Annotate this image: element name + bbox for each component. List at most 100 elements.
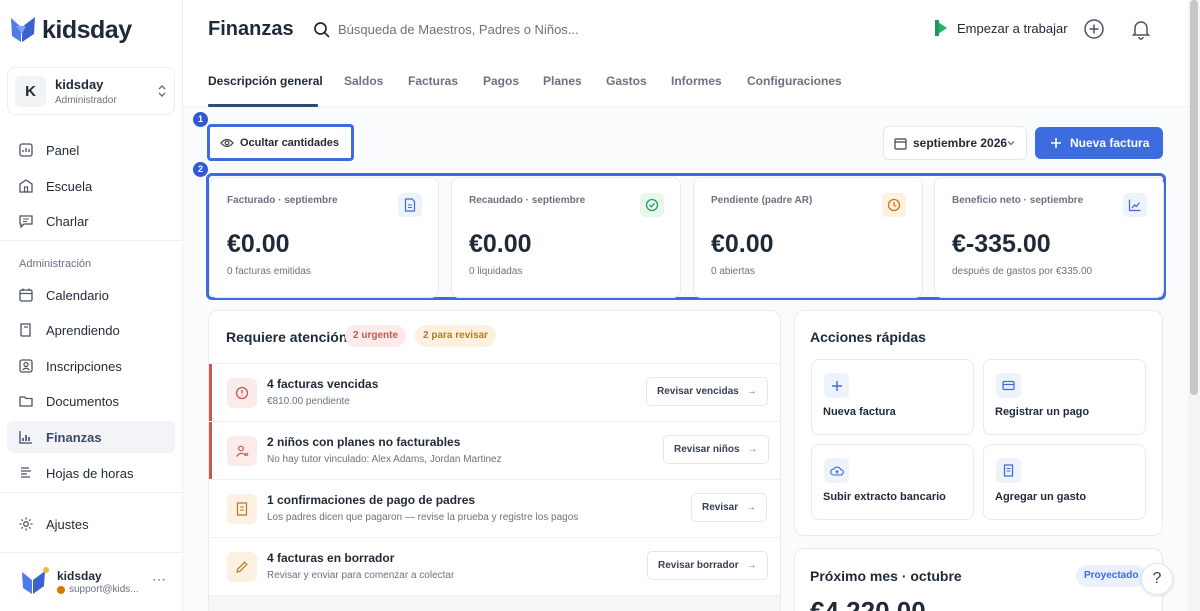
org-switcher[interactable]: K kidsday Administrador [7,67,175,115]
arrow-right-icon: → [746,560,757,571]
book-icon [18,322,34,338]
sidebar-item-label: Calendario [46,287,109,303]
tab-saldos[interactable]: Saldos [344,74,383,88]
quick-action-register-payment[interactable]: Registrar un pago [983,359,1146,435]
review-badge: 2 para revisar [415,325,497,347]
receipt-icon [996,458,1021,483]
folder-icon [18,393,34,409]
start-work-label: Empezar a trabajar [957,20,1068,36]
attention-title: Requiere atención [226,329,348,345]
hide-amounts-button[interactable]: Ocultar cantidades [207,124,354,161]
quick-action-add-expense[interactable]: Agregar un gasto [983,444,1146,520]
enrollment-icon [18,358,34,374]
stat-value: €-335.00 [952,230,1051,258]
tab-configuraciones[interactable]: Configuraciones [747,74,842,88]
quick-action-new-invoice[interactable]: Nueva factura [811,359,974,435]
check-circle-icon [640,193,664,217]
tab-descripcion-general[interactable]: Descripción general [208,74,323,88]
bell-icon[interactable] [1130,18,1152,40]
tab-facturas[interactable]: Facturas [408,74,458,88]
stat-value: €0.00 [469,230,532,258]
chat-icon [18,213,34,229]
sidebar-item-panel[interactable]: Panel [7,134,175,166]
new-invoice-button[interactable]: Nueva factura [1035,127,1163,159]
review-overdue-button[interactable]: Revisar vencidas → [646,377,768,406]
sidebar-item-inscripciones[interactable]: Inscripciones [7,350,175,382]
sidebar-item-label: Documentos [46,393,119,409]
alert-icon [227,378,257,408]
receipt-icon [227,494,257,524]
kidsday-logo-icon [11,17,35,42]
button-label: Revisar niños [674,444,740,455]
sidebar-item-charlar[interactable]: Charlar [7,205,175,237]
sidebar-item-ajustes[interactable]: Ajustes [7,508,175,540]
sidebar: kidsday K kidsday Administrador Panel Es… [0,0,183,611]
attention-row-title: 4 facturas en borrador [267,551,395,565]
user-avatar [22,567,49,594]
more-horizontal-icon[interactable]: ⋯ [152,571,166,588]
sidebar-item-label: Aprendiendo [46,322,120,338]
sidebar-item-label: Inscripciones [46,358,122,374]
school-icon [18,178,34,194]
urgent-badge: 2 urgente [345,325,407,347]
card-icon [996,373,1021,398]
sidebar-item-label: Hojas de horas [46,465,134,481]
flag-icon [935,20,947,36]
sidebar-item-label: Charlar [46,213,89,229]
sidebar-item-calendario[interactable]: Calendario [7,279,175,311]
user-warning-icon [227,436,257,466]
search-input[interactable] [338,18,758,40]
sidebar-item-finanzas[interactable]: Finanzas [7,421,175,453]
sidebar-item-aprendiendo[interactable]: Aprendiendo [7,314,175,346]
help-button[interactable]: ? [1141,563,1173,595]
user-menu[interactable]: kidsday support@kids... ⋯ [0,553,183,611]
sidebar-item-label: Ajustes [46,516,89,532]
stat-subtext: 0 liquidadas [469,266,523,277]
sidebar-item-documentos[interactable]: Documentos [7,385,175,417]
org-avatar: K [15,76,46,107]
org-role: Administrador [55,95,117,106]
sidebar-item-label: Escuela [46,178,93,194]
next-month-title: Próximo mes · octubre [810,568,962,584]
scrollbar-thumb[interactable] [1190,0,1198,395]
sidebar-item-escuela[interactable]: Escuela [7,170,175,202]
attention-row-payment-confirmations: 1 confirmaciones de pago de padres Los p… [210,479,780,537]
chart-icon [1123,193,1147,217]
user-name: kidsday [57,569,102,583]
eye-icon [220,137,234,149]
stat-label: Facturado · septiembre [227,195,338,206]
attention-row-subtitle: Revisar y enviar para comenzar a colecta… [267,570,455,581]
attention-row-drafts: 4 facturas en borrador Revisar y enviar … [210,537,780,595]
add-circle-icon[interactable] [1083,18,1105,40]
sidebar-item-hojas-de-horas[interactable]: Hojas de horas [7,457,175,489]
stat-value: €0.00 [711,230,774,258]
stat-label: Recaudado · septiembre [469,195,586,206]
stat-card-invoiced: Facturado · septiembre €0.00 0 facturas … [209,177,439,298]
user-email: support@kids... [57,584,139,595]
quick-action-label: Nueva factura [823,406,896,418]
month-select-value: septiembre 2026 [913,136,1008,150]
review-payments-button[interactable]: Revisar → [691,493,768,522]
month-select[interactable]: septiembre 2026 [883,126,1027,160]
search-icon [314,22,330,38]
finance-chart-icon [18,429,34,445]
stat-value: €0.00 [227,230,290,258]
review-drafts-button[interactable]: Revisar borrador → [647,551,768,580]
start-work-button[interactable]: Empezar a trabajar [933,19,1068,37]
tab-gastos[interactable]: Gastos [606,74,647,88]
quick-action-upload-statement[interactable]: Subir extracto bancario [811,444,974,520]
projected-badge: Proyectado [1076,565,1147,587]
chevron-updown-icon [158,85,166,97]
chevron-down-icon [1007,141,1015,146]
status-dot [57,585,65,594]
stat-label: Pendiente (padre AR) [711,195,813,206]
tab-pagos[interactable]: Pagos [483,74,519,88]
tab-informes[interactable]: Informes [671,74,722,88]
timesheet-icon [18,465,34,481]
next-month-value: €4,220.00 [810,596,926,611]
user-email-text: support@kids... [69,584,139,595]
tab-planes[interactable]: Planes [543,74,582,88]
review-children-button[interactable]: Revisar niños → [663,435,769,464]
org-name: kidsday [55,77,104,92]
brand-logo[interactable]: kidsday [8,14,132,46]
